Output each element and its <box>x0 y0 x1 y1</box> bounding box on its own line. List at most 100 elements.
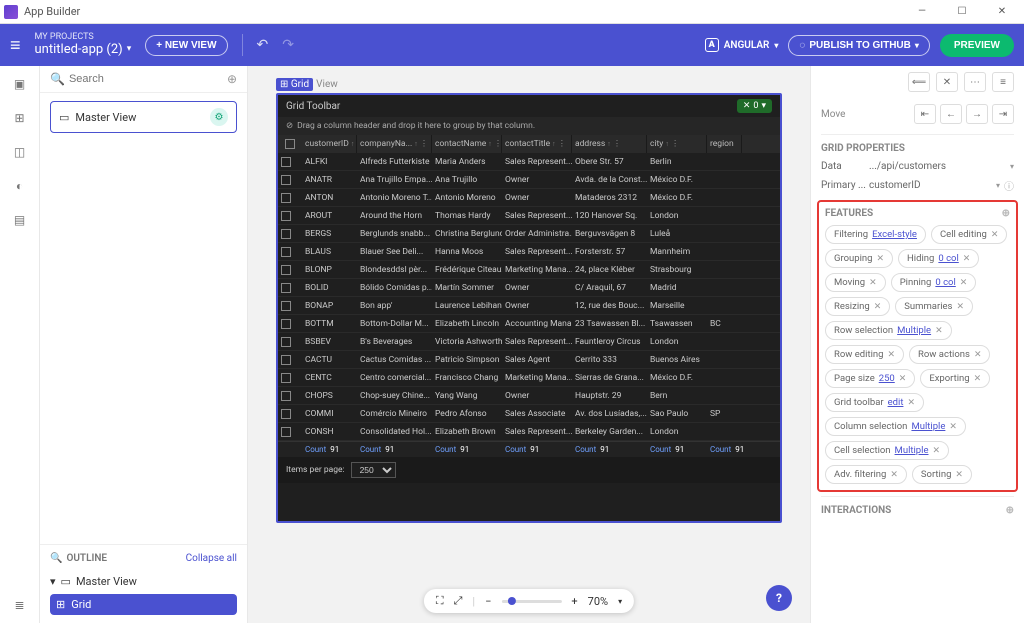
fit-screen-icon[interactable]: ⛶ <box>436 594 444 608</box>
publish-button[interactable]: ◌ PUBLISH TO GITHUB ▾ <box>788 35 929 56</box>
row-checkbox[interactable] <box>281 337 291 347</box>
view-settings-icon[interactable]: ⚙ <box>210 108 228 126</box>
close-icon[interactable]: ✕ <box>869 278 877 288</box>
add-interaction-icon[interactable]: ⊕ <box>1006 505 1014 516</box>
app-name[interactable]: untitled-app (2) ▾ <box>35 43 132 57</box>
undo-icon[interactable]: ↶ <box>257 37 269 53</box>
close-icon[interactable]: ✕ <box>890 470 898 480</box>
view-item-master-view[interactable]: ▭ Master View ⚙ <box>50 101 237 133</box>
move-left-icon[interactable]: ← <box>940 104 962 124</box>
row-checkbox[interactable] <box>281 427 291 437</box>
close-icon[interactable]: ✕ <box>876 254 884 264</box>
align-unknown-icon[interactable]: ⋯ <box>964 72 986 92</box>
window-close-button[interactable]: ✕ <box>984 1 1020 23</box>
table-row[interactable]: ANATRAna Trujillo Empa...Ana Trujillo Ow… <box>278 171 780 189</box>
row-checkbox[interactable] <box>281 265 291 275</box>
select-all-checkbox[interactable] <box>285 139 295 149</box>
close-icon[interactable]: ✕ <box>991 230 999 240</box>
row-checkbox[interactable] <box>281 319 291 329</box>
row-checkbox[interactable] <box>281 283 291 293</box>
table-row[interactable]: BOTTMBottom-Dollar M...Elizabeth Lincoln… <box>278 315 780 333</box>
tree-node-grid[interactable]: ⊞Grid <box>50 594 237 615</box>
feature-chip[interactable]: Sorting✕ <box>912 465 972 484</box>
framework-selector[interactable]: A ANGULAR ▾ <box>705 38 779 52</box>
row-checkbox[interactable] <box>281 229 291 239</box>
table-row[interactable]: ALFKIAlfreds FutterkisteMaria Anders Sal… <box>278 153 780 171</box>
col-address[interactable]: address↑⋮ <box>572 135 647 153</box>
col-contactName[interactable]: contactName↑⋮ <box>432 135 502 153</box>
group-drop-area[interactable]: ⊘Drag a column header and drop it here t… <box>278 117 780 135</box>
close-icon[interactable]: ✕ <box>935 326 943 336</box>
window-maximize-button[interactable]: ☐ <box>944 1 980 23</box>
row-checkbox[interactable] <box>281 391 291 401</box>
rail-assets-icon[interactable]: ▤ <box>10 210 30 230</box>
col-region[interactable]: region <box>707 135 742 153</box>
table-row[interactable]: BLAUSBlauer See Deli...Hanna Moos Sales … <box>278 243 780 261</box>
table-row[interactable]: BOLIDBólido Comidas p...Martín Sommer Ow… <box>278 279 780 297</box>
close-icon[interactable]: ✕ <box>955 470 963 480</box>
table-row[interactable]: BSBEVB's BeveragesVictoria Ashworth Sale… <box>278 333 780 351</box>
row-checkbox[interactable] <box>281 175 291 185</box>
feature-chip[interactable]: Moving✕ <box>825 273 886 292</box>
table-row[interactable]: BONAPBon app'Laurence Lebihan Owner12, r… <box>278 297 780 315</box>
rail-components-icon[interactable]: ⊞ <box>10 108 30 128</box>
row-checkbox[interactable] <box>281 373 291 383</box>
close-icon[interactable]: ✕ <box>974 374 982 384</box>
rail-data-icon[interactable]: ◫ <box>10 142 30 162</box>
move-right-icon[interactable]: → <box>966 104 988 124</box>
table-row[interactable]: ANTONAntonio Moreno T...Antonio Moreno O… <box>278 189 780 207</box>
close-icon[interactable]: ✕ <box>963 254 971 264</box>
feature-chip[interactable]: Exporting✕ <box>920 369 990 388</box>
row-checkbox[interactable] <box>281 301 291 311</box>
zoom-slider[interactable] <box>501 600 561 603</box>
col-contactTitle[interactable]: contactTitle↑⋮ <box>502 135 572 153</box>
rail-theme-icon[interactable]: ◐ <box>10 176 30 196</box>
table-row[interactable]: BLONPBlondesddsl pèr...Frédérique Citeau… <box>278 261 780 279</box>
feature-chip[interactable]: Adv. filtering✕ <box>825 465 907 484</box>
close-icon[interactable]: ✕ <box>949 422 957 432</box>
search-input[interactable] <box>69 73 227 85</box>
menu-icon[interactable]: ≡ <box>10 35 21 56</box>
move-first-icon[interactable]: ⇤ <box>914 104 936 124</box>
feature-chip[interactable]: Row editing✕ <box>825 345 904 364</box>
table-row[interactable]: CONSHConsolidated Hol...Elizabeth Brown … <box>278 423 780 441</box>
table-row[interactable]: COMMIComércio MineiroPedro Afonso Sales … <box>278 405 780 423</box>
zoom-in-button[interactable]: + <box>571 595 577 608</box>
close-icon[interactable]: ✕ <box>907 398 915 408</box>
col-customerId[interactable]: customerID↑⋮ <box>302 135 357 153</box>
expand-icon[interactable]: ⤢ <box>454 594 463 608</box>
close-icon[interactable]: ✕ <box>874 302 882 312</box>
row-checkbox[interactable] <box>281 409 291 419</box>
feature-chip[interactable]: Grouping✕ <box>825 249 893 268</box>
row-checkbox[interactable] <box>281 157 291 167</box>
align-right-icon[interactable]: ≡ <box>992 72 1014 92</box>
feature-chip[interactable]: Cell selectionMultiple✕ <box>825 441 949 460</box>
grid-component[interactable]: Grid Toolbar ✕ 0 ▾ ⊘Drag a column header… <box>276 93 782 523</box>
collapse-all-link[interactable]: Collapse all <box>186 553 237 564</box>
feature-chip[interactable]: Hiding0 col✕ <box>898 249 979 268</box>
add-feature-icon[interactable]: ⊕ <box>1002 208 1010 219</box>
redo-icon[interactable]: ↷ <box>282 37 294 53</box>
feature-chip[interactable]: Summaries✕ <box>895 297 973 316</box>
feature-chip[interactable]: Page size250✕ <box>825 369 915 388</box>
new-view-button[interactable]: + NEW VIEW <box>145 35 227 56</box>
col-city[interactable]: city↑⋮ <box>647 135 707 153</box>
page-size-select[interactable]: 250 <box>351 462 396 478</box>
preview-button[interactable]: PREVIEW <box>940 34 1014 57</box>
feature-chip[interactable]: Cell editing✕ <box>931 225 1007 244</box>
feature-chip[interactable]: Column selectionMultiple✕ <box>825 417 966 436</box>
close-icon[interactable]: ✕ <box>887 350 895 360</box>
align-left-icon[interactable]: ⟸ <box>908 72 930 92</box>
feature-chip[interactable]: FilteringExcel-style <box>825 225 926 244</box>
layers-icon[interactable]: ≣ <box>10 595 30 615</box>
feature-chip[interactable]: Row actions✕ <box>909 345 990 364</box>
rail-views-icon[interactable]: ▣ <box>10 74 30 94</box>
close-icon[interactable]: ✕ <box>956 302 964 312</box>
feature-chip[interactable]: Grid toolbaredit✕ <box>825 393 924 412</box>
prop-primary[interactable]: Primary ...customerID▾ⓘ <box>821 175 1014 196</box>
excel-export-button[interactable]: ✕ 0 ▾ <box>737 99 772 113</box>
align-x-icon[interactable]: ✕ <box>936 72 958 92</box>
col-company[interactable]: companyNa...↑⋮ <box>357 135 432 153</box>
row-checkbox[interactable] <box>281 247 291 257</box>
add-view-icon[interactable]: ⊕ <box>227 72 237 86</box>
